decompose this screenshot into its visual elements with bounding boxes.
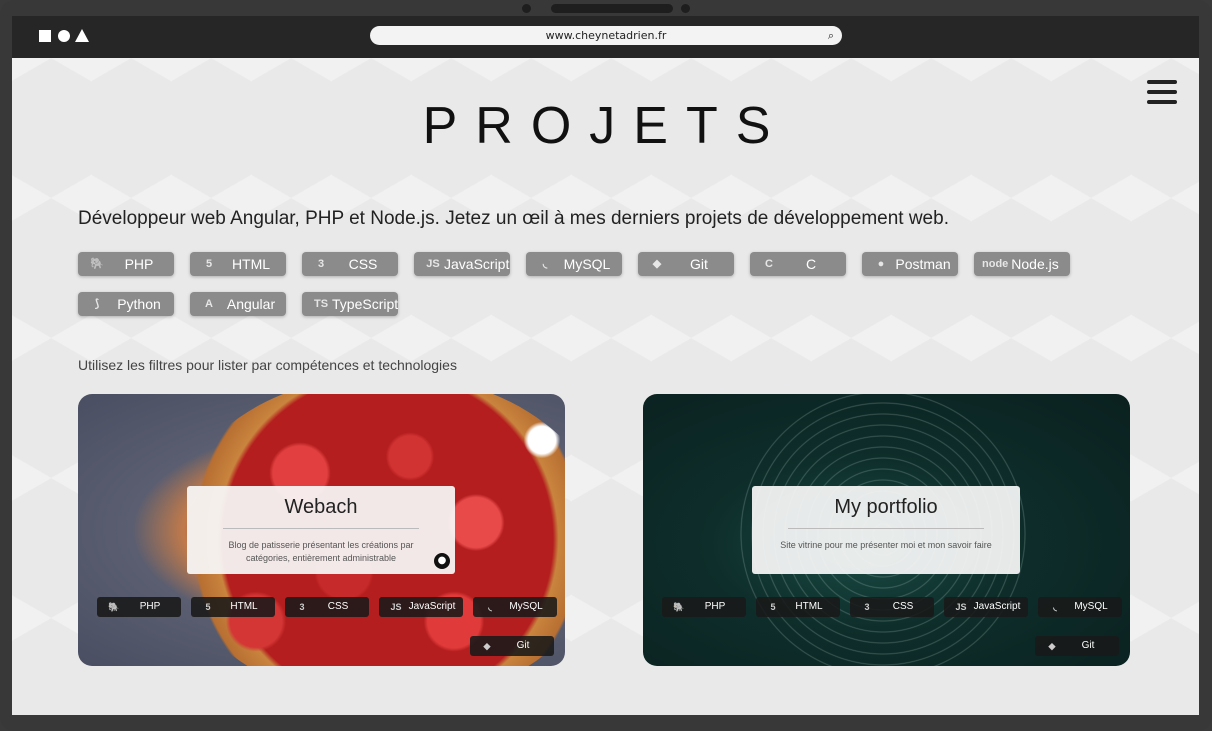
intro-text: Développeur web Angular, PHP et Node.js.… — [78, 208, 949, 229]
filter-chip-label: CSS — [348, 256, 378, 272]
tech-tag-label: PHP — [704, 601, 726, 612]
git-icon: ◆ — [652, 258, 662, 270]
filter-hint: Utilisez les filtres pour lister par com… — [78, 357, 457, 373]
tech-icon: JS — [390, 602, 402, 612]
filter-chip-label: Postman — [895, 256, 951, 272]
project-title: My portfolio — [834, 496, 938, 518]
filter-chip-label: C — [805, 256, 817, 272]
filter-chip-label: Node.js — [1011, 256, 1059, 272]
tech-tag-label: Git — [516, 640, 530, 651]
tech-icon: ◟ — [1053, 602, 1057, 612]
tech-tag-label: MySQL — [1074, 601, 1108, 612]
filter-chip-label: TypeScript — [332, 296, 399, 312]
filter-chip-label: Angular — [226, 296, 276, 312]
tech-icon: 🐘 — [673, 602, 685, 612]
filter-chip-angular[interactable]: A Angular — [190, 292, 286, 316]
tech-icon: 🐘 — [108, 602, 120, 612]
postman-icon: ● — [877, 258, 885, 270]
filter-chip-typescript[interactable]: TS TypeScript — [302, 292, 398, 316]
page-content: PROJETS Développeur web Angular, PHP et … — [12, 58, 1199, 715]
filter-chip-label: JavaScript — [444, 256, 510, 272]
tech-icon: JS — [955, 602, 967, 612]
typescript-icon: TS — [313, 298, 329, 310]
filter-chip-css[interactable]: 3 CSS — [302, 252, 398, 276]
project-description: Blog de patisserie présentant les créati… — [228, 540, 414, 563]
address-bar[interactable]: www.cheynetadrien.fr ⌕ — [370, 26, 842, 45]
php-elephant-icon: 🐘 — [90, 258, 104, 270]
project-card-portfolio[interactable]: My portfolio Site vitrine pour me présen… — [643, 394, 1130, 666]
tech-icon: 3 — [299, 602, 305, 612]
filter-chip-python[interactable]: ⟆ Python — [78, 292, 174, 316]
divider — [223, 528, 419, 529]
tech-tag-label: MySQL — [509, 601, 543, 612]
tech-tag-php: 🐘 PHP — [97, 597, 181, 617]
tech-tag-mysql: ◟ MySQL — [473, 597, 557, 617]
device-frame: www.cheynetadrien.fr ⌕ PROJETS Développe… — [0, 0, 1212, 731]
tech-tag-label: JavaScript — [408, 601, 456, 612]
css3-icon: 3 — [317, 258, 325, 270]
tech-icon: 3 — [864, 602, 870, 612]
html5-icon: 5 — [205, 258, 213, 270]
tech-tag-label: Git — [1081, 640, 1095, 651]
angular-icon: A — [205, 298, 213, 310]
filter-chip-label: HTML — [231, 256, 271, 272]
tech-tag-html: 5 HTML — [191, 597, 275, 617]
tech-icon: 5 — [205, 602, 211, 612]
project-info-panel: Webach Blog de patisserie présentant les… — [187, 486, 455, 574]
tech-tag-label: CSS — [892, 601, 914, 612]
page-title: PROJETS — [422, 97, 789, 155]
filter-chip-label: MySQL — [563, 256, 611, 272]
nodejs-icon: node — [982, 258, 1009, 270]
tech-tag-label: HTML — [230, 601, 258, 612]
magnifier-icon[interactable]: ⌕ — [828, 26, 834, 45]
filter-chip-git[interactable]: ◆ Git — [638, 252, 734, 276]
browser-toolbar: www.cheynetadrien.fr ⌕ — [12, 16, 1199, 58]
filter-chip-label: PHP — [124, 256, 154, 272]
tech-tag-label: CSS — [327, 601, 349, 612]
github-icon[interactable]: ● — [434, 553, 450, 569]
tech-tag-git: ◆ Git — [470, 636, 554, 656]
filter-chip-html[interactable]: 5 HTML — [190, 252, 286, 276]
tech-icon: 5 — [770, 602, 776, 612]
tech-icon: ◆ — [483, 641, 491, 651]
camera-dot — [522, 4, 531, 13]
c-language-icon: C — [765, 258, 773, 270]
project-description: Site vitrine pour me présenter moi et mo… — [780, 540, 992, 550]
filter-chip-php[interactable]: 🐘 PHP — [78, 252, 174, 276]
tech-tag-css: 3 CSS — [285, 597, 369, 617]
tech-tag-css: 3 CSS — [850, 597, 934, 617]
python-icon: ⟆ — [94, 298, 100, 310]
filter-chip-mysql[interactable]: ◟ MySQL — [526, 252, 622, 276]
circle-icon — [58, 30, 70, 42]
filter-chip-label: Python — [117, 296, 161, 312]
speaker-bar — [551, 4, 673, 13]
filter-chip-postman[interactable]: ● Postman — [862, 252, 958, 276]
tech-tag-javascript: JS JavaScript — [944, 597, 1028, 617]
filter-chip-c[interactable]: CC — [750, 252, 846, 276]
filter-chip-label: Git — [690, 256, 708, 272]
tech-tag-php: 🐘 PHP — [662, 597, 746, 617]
js-icon: JS — [426, 258, 440, 270]
project-info-panel: My portfolio Site vitrine pour me présen… — [752, 486, 1020, 574]
project-title: Webach — [284, 496, 358, 518]
tech-tag-label: PHP — [139, 601, 161, 612]
tech-icon: ◆ — [1048, 641, 1056, 651]
project-card-webach[interactable]: Webach Blog de patisserie présentant les… — [78, 394, 565, 666]
url-text: www.cheynetadrien.fr — [545, 29, 667, 42]
filter-chip-javascript[interactable]: JS JavaScript — [414, 252, 510, 276]
tech-icon: ◟ — [488, 602, 492, 612]
filter-chip-node-js[interactable]: node Node.js — [974, 252, 1070, 276]
mysql-dolphin-icon: ◟ — [542, 258, 548, 270]
tech-tag-label: JavaScript — [973, 601, 1021, 612]
square-icon — [39, 30, 51, 42]
triangle-icon — [75, 29, 89, 42]
divider — [788, 528, 984, 529]
tech-tag-mysql: ◟ MySQL — [1038, 597, 1122, 617]
sensor-dot — [681, 4, 690, 13]
tech-tag-html: 5 HTML — [756, 597, 840, 617]
tech-tag-git: ◆ Git — [1035, 636, 1119, 656]
tech-tag-javascript: JS JavaScript — [379, 597, 463, 617]
tech-tag-label: HTML — [795, 601, 823, 612]
